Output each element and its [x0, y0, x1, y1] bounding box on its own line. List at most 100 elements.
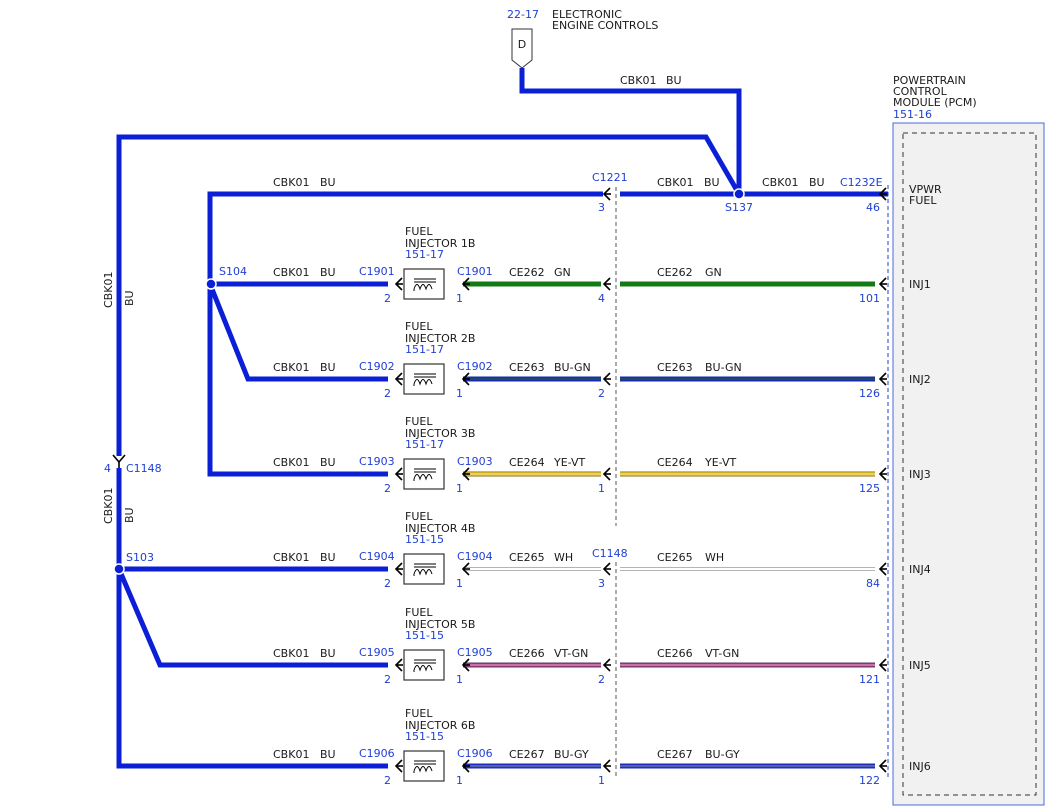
injector-2-pcm-label: INJ2 — [909, 373, 931, 386]
feed-top-circuit: CBK01 — [620, 74, 656, 87]
injector-2-feed-circuit: CBK01 — [273, 361, 309, 374]
c1221-label: C1221 — [592, 171, 628, 184]
fuel-injector-2-icon — [403, 363, 445, 395]
injector-4-pin-in: 2 — [384, 577, 391, 590]
vpwr-connector-label: C1232E — [840, 176, 883, 189]
injector-6-mid-pin: 1 — [598, 774, 605, 787]
injector-6-pin-out: 1 — [456, 774, 463, 787]
injector-3-mid-chevron-icon — [602, 467, 611, 481]
vpwr-chevron-icon — [879, 187, 888, 201]
injector-6-feed-circuit: CBK01 — [273, 748, 309, 761]
vert-circuit-upper: CBK01 — [102, 272, 115, 308]
power-feed-wires — [116, 68, 888, 769]
injector-rows: FUELINJECTOR 1B151-17C1901 C1901CBK01 BU2 1… — [273, 225, 931, 787]
injector-1-color-right: GN — [705, 266, 722, 279]
injector-4-mid-pin: 3 — [598, 577, 605, 590]
injector-4-pcm-label: INJ4 — [909, 563, 931, 576]
vpwr-pin: 46 — [866, 201, 880, 214]
injector-4-feed-color: BU — [320, 551, 336, 564]
feed-mid-left-circuit: CBK01 — [657, 176, 693, 189]
injector-1-pcm-label: INJ1 — [909, 278, 931, 291]
injector-3-pin-in: 2 — [384, 482, 391, 495]
injector-5-circuit-left: CE266 — [509, 647, 545, 660]
injector-6-circuit-right: CE267 — [657, 748, 693, 761]
injector-6-pcm-label: INJ6 — [909, 760, 931, 773]
vert-color-upper: BU — [123, 290, 136, 306]
injector-4-mid-chevron-icon — [602, 562, 611, 576]
injector-3-in-chevron-icon — [394, 467, 403, 481]
c1221-pin: 3 — [598, 201, 605, 214]
injector-3-circuit-left: CE264 — [509, 456, 545, 469]
injector-5-pcm-chevron-icon — [878, 658, 887, 672]
injector-6-pcm-pin: 122 — [859, 774, 880, 787]
injector-6-pin-in: 2 — [384, 774, 391, 787]
connector-d-letter: D — [518, 38, 526, 51]
injector-3-connector-out: C1903 — [457, 455, 493, 468]
injector-6-ref: 151-15 — [405, 730, 444, 743]
injector-4-feed-circuit: CBK01 — [273, 551, 309, 564]
injector-2-circuit-right: CE263 — [657, 361, 693, 374]
injector-5-color-left: VT-GN — [554, 647, 588, 660]
injector-6-color-right: BU-GY — [705, 748, 740, 761]
injector-4-connector-in: C1904 — [359, 550, 395, 563]
injector-1-connector-in: C1901 — [359, 265, 395, 278]
injector-5-connector-out: C1905 — [457, 646, 493, 659]
injector-2-mid-pin: 2 — [598, 387, 605, 400]
injector-1-feed-circuit: CBK01 — [273, 266, 309, 279]
injector-4-color-left: WH — [554, 551, 573, 564]
injector-5-pcm-label: INJ5 — [909, 659, 931, 672]
injector-6-pcm-chevron-icon — [878, 759, 887, 773]
injector-1-color-left: GN — [554, 266, 571, 279]
c1148-mid-label: C1148 — [592, 547, 628, 560]
injector-3-ref: 151-17 — [405, 438, 444, 451]
injector-6-mid-chevron-icon — [602, 759, 611, 773]
injector-1-connector-out: C1901 — [457, 265, 493, 278]
splice-s104 — [205, 278, 217, 290]
splice-s103 — [113, 563, 125, 575]
injector-1-ref: 151-17 — [405, 248, 444, 261]
injector-5-pin-out: 1 — [456, 673, 463, 686]
injector-5-out-chevron-icon — [461, 658, 470, 672]
injector-2-out-chevron-icon — [461, 372, 470, 386]
injector-6-circuit-left: CE267 — [509, 748, 545, 761]
injector-3-circuit-right: CE264 — [657, 456, 693, 469]
injector-3-mid-pin: 1 — [598, 482, 605, 495]
injector-3-pin-out: 1 — [456, 482, 463, 495]
splice-s137 — [733, 188, 745, 200]
c1148-label: C1148 — [126, 462, 162, 475]
injector-1-circuit-right: CE262 — [657, 266, 693, 279]
injector-5-pcm-pin: 121 — [859, 673, 880, 686]
injector-1-pcm-pin: 101 — [859, 292, 880, 305]
c1221-chevron-icon — [603, 187, 612, 201]
injector-5-color-right: VT-GN — [705, 647, 739, 660]
injector-1-mid-pin: 4 — [598, 292, 605, 305]
injector-6-color-left: BU-GY — [554, 748, 589, 761]
fuel-injector-4-icon — [403, 553, 445, 585]
injector-4-ref: 151-15 — [405, 533, 444, 546]
injector-4-connector-out: C1904 — [457, 550, 493, 563]
injector-4-pin-out: 1 — [456, 577, 463, 590]
injector-2-color-right: BU-GN — [705, 361, 742, 374]
fuel-injector-5-icon — [403, 649, 445, 681]
vert-circuit-lower: CBK01 — [102, 488, 115, 524]
c1148-connector-icon — [112, 454, 126, 468]
injector-1-pin-in: 2 — [384, 292, 391, 305]
fuel-injector-6-icon — [403, 750, 445, 782]
injector-2-in-chevron-icon — [394, 372, 403, 386]
injector-3-color-left: YE-VT — [553, 456, 586, 469]
injector-3-feed-circuit: CBK01 — [273, 456, 309, 469]
injector-4-in-chevron-icon — [394, 562, 403, 576]
injector-1-pin-out: 1 — [456, 292, 463, 305]
injector-6-feed-color: BU — [320, 748, 336, 761]
header-title-line2: ENGINE CONTROLS — [552, 19, 658, 32]
pcm-module — [887, 122, 1045, 806]
injector-3-pcm-chevron-icon — [878, 467, 887, 481]
splice-s103-label: S103 — [126, 551, 154, 564]
injector-6-connector-in: C1906 — [359, 747, 395, 760]
injector-1-circuit-left: CE262 — [509, 266, 545, 279]
injector-5-pin-in: 2 — [384, 673, 391, 686]
injector-2-pin-in: 2 — [384, 387, 391, 400]
injector-5-connector-in: C1905 — [359, 646, 395, 659]
injector-2-connector-out: C1902 — [457, 360, 493, 373]
injector-5-ref: 151-15 — [405, 629, 444, 642]
